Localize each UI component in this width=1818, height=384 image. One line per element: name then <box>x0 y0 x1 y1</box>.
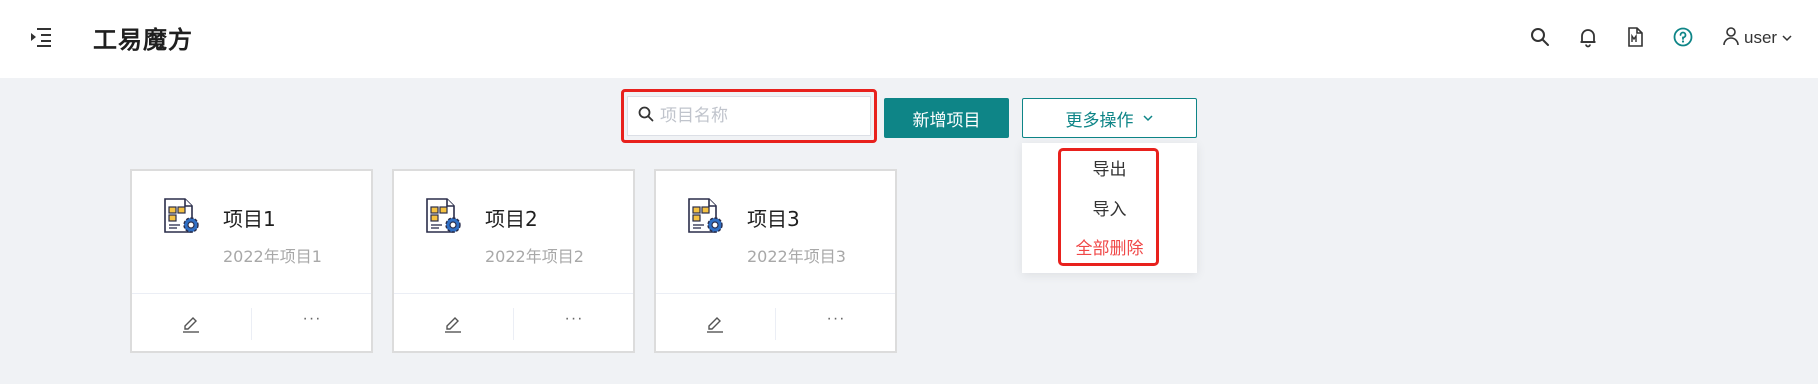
edit-icon[interactable] <box>180 312 202 334</box>
project-card[interactable]: 项目1 2022年项目1 ··· <box>130 169 373 353</box>
search-icon <box>638 106 654 127</box>
chevron-down-icon <box>1142 108 1154 128</box>
card-actions: ··· <box>394 293 633 353</box>
search-icon[interactable] <box>1529 26 1551 48</box>
help-circle-icon[interactable] <box>1672 26 1694 48</box>
project-description: 2022年项目2 <box>485 247 584 266</box>
edit-icon[interactable] <box>704 312 726 334</box>
project-description: 2022年项目3 <box>747 247 846 266</box>
bell-icon[interactable] <box>1577 26 1599 48</box>
project-doc-gear-icon <box>424 197 464 237</box>
project-name: 项目2 <box>485 207 538 231</box>
card-actions: ··· <box>656 293 895 353</box>
dropdown-highlight-outline <box>1058 148 1159 266</box>
search-input[interactable] <box>660 106 860 126</box>
user-icon <box>1722 26 1740 51</box>
project-doc-gear-icon <box>686 197 726 237</box>
more-actions-button[interactable]: 更多操作 <box>1022 98 1197 138</box>
project-name: 项目1 <box>223 207 276 231</box>
more-options-icon[interactable]: ··· <box>824 310 848 332</box>
user-name: user <box>1744 28 1778 47</box>
card-actions-divider <box>775 308 776 340</box>
markdown-doc-icon[interactable] <box>1624 26 1646 48</box>
project-description: 2022年项目1 <box>223 247 322 266</box>
top-header: 工易魔方 user <box>0 0 1818 78</box>
search-field[interactable] <box>627 96 871 136</box>
project-card[interactable]: 项目2 2022年项目2 ··· <box>392 169 635 353</box>
card-actions-divider <box>513 308 514 340</box>
add-project-button[interactable]: 新增项目 <box>884 98 1009 138</box>
chevron-down-icon <box>1781 28 1793 48</box>
project-name: 项目3 <box>747 207 800 231</box>
app-title: 工易魔方 <box>93 26 193 54</box>
more-options-icon[interactable]: ··· <box>562 310 586 332</box>
menu-fold-icon[interactable] <box>28 25 54 49</box>
card-actions: ··· <box>132 293 371 353</box>
card-actions-divider <box>251 308 252 340</box>
project-doc-gear-icon <box>162 197 202 237</box>
project-card[interactable]: 项目3 2022年项目3 ··· <box>654 169 897 353</box>
user-menu[interactable]: user <box>1722 26 1793 50</box>
more-actions-label: 更多操作 <box>1065 110 1134 130</box>
more-options-icon[interactable]: ··· <box>300 310 324 332</box>
edit-icon[interactable] <box>442 312 464 334</box>
